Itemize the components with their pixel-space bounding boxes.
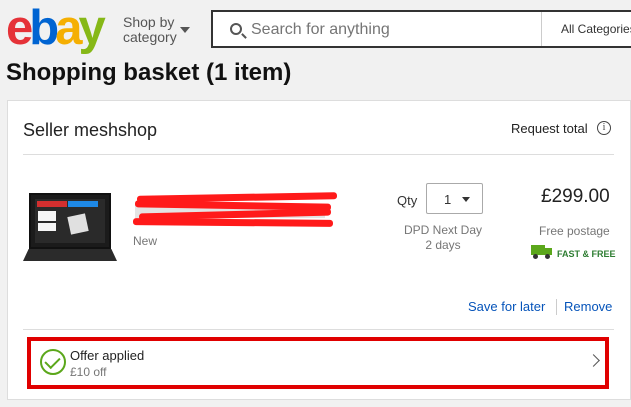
info-icon[interactable]: i — [597, 121, 611, 135]
seller-basket-card: Seller meshshop Request total i New Qty … — [7, 100, 631, 400]
logo-letter-b: b — [29, 1, 59, 55]
laptop-base-image — [23, 249, 117, 261]
category-label: category — [123, 29, 177, 45]
chevron-right-icon — [587, 354, 600, 367]
shop-by-label: Shop by — [123, 14, 175, 30]
offer-applied-row[interactable]: Offer applied £10 off — [27, 337, 609, 389]
shop-by-category-button[interactable]: Shop by category — [123, 14, 190, 45]
laptop-screen-image — [29, 193, 111, 249]
item-price: £299.00 — [541, 186, 610, 207]
search-bar: All Categories — [211, 10, 631, 48]
page-title: Shopping basket (1 item) — [6, 59, 292, 86]
site-header: ebay Shop by category All Categories — [0, 0, 631, 56]
search-divider — [541, 12, 542, 46]
postage-label: Free postage — [539, 224, 610, 238]
item-title-redacted[interactable] — [132, 192, 339, 230]
chevron-down-icon — [180, 27, 190, 33]
request-total-link[interactable]: Request total — [511, 121, 588, 136]
logo-letter-e: e — [6, 1, 33, 55]
divider — [23, 154, 614, 155]
logo-letter-a: a — [55, 1, 82, 55]
action-divider — [556, 299, 557, 315]
search-input[interactable] — [251, 19, 531, 41]
item-thumbnail[interactable] — [23, 193, 119, 271]
chevron-down-icon — [462, 197, 470, 202]
divider — [23, 329, 614, 330]
remove-link[interactable]: Remove — [564, 299, 612, 314]
category-select[interactable]: All Categories — [561, 22, 631, 36]
check-circle-icon — [40, 349, 66, 375]
fast-free-badge: FAST & FREE — [557, 249, 616, 259]
search-icon — [230, 23, 242, 35]
qty-value: 1 — [444, 192, 452, 207]
delivery-time: 2 days — [425, 238, 461, 252]
offer-discount: £10 off — [70, 365, 107, 379]
save-for-later-link[interactable]: Save for later — [468, 299, 545, 314]
logo-letter-y: y — [78, 1, 105, 55]
item-condition: New — [133, 234, 158, 248]
quantity-select[interactable]: 1 — [426, 183, 483, 214]
qty-label: Qty — [397, 193, 418, 208]
seller-name: Seller meshshop — [23, 120, 158, 140]
offer-title: Offer applied — [70, 348, 145, 363]
delivery-method: DPD Next Day — [403, 223, 483, 237]
truck-icon — [531, 245, 553, 259]
ebay-logo[interactable]: ebay — [6, 1, 106, 55]
delivery-info: DPD Next Day 2 days — [401, 223, 485, 253]
